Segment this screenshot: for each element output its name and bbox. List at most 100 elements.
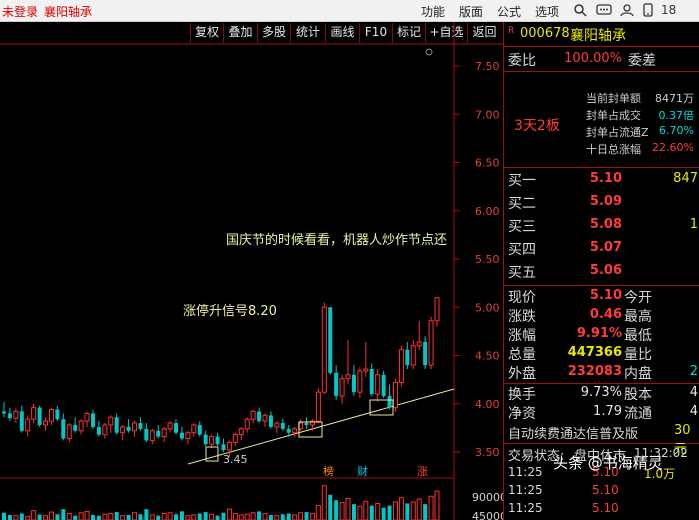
watermark: 头条 @书海精灵 [553, 452, 695, 482]
candle-body [244, 418, 250, 430]
candle-body [274, 422, 280, 428]
settings-icon[interactable] [425, 48, 433, 56]
bid-row[interactable]: 买二 5.09 [504, 192, 699, 213]
bid-volume: 1 [689, 217, 698, 232]
tick-row: 11:25 5.10 [504, 482, 699, 500]
seal-info-row-1: 封单占成交 0.37倍 [586, 109, 694, 122]
volume-bar [405, 503, 410, 520]
candle-body [191, 424, 197, 434]
tick-price: 5.10 [592, 483, 619, 497]
volume-bar [244, 513, 250, 520]
bid-row[interactable]: 买一 5.10 847 [504, 169, 699, 190]
quote-label: 现价 [508, 290, 536, 306]
volume-bar [31, 510, 37, 520]
bid-label: 买五 [508, 265, 536, 281]
promo-banner[interactable]: 自动续费通达信普及版 30元 [504, 421, 699, 457]
volume-bar [2, 512, 6, 520]
menu-formula[interactable]: 公式 [497, 3, 521, 20]
candle-body [262, 414, 268, 422]
volume-bar [381, 507, 386, 520]
weicha-label: 委差 [628, 53, 656, 69]
volume-bar [257, 511, 262, 520]
volume-bar [73, 515, 78, 520]
fundamental-label-2: 股本 [624, 387, 652, 403]
tick-time: 11:25 [508, 465, 543, 479]
bid-label: 买一 [508, 173, 536, 189]
bid-price: 5.07 [589, 240, 622, 255]
candle-body [61, 419, 66, 439]
message-icon[interactable] [596, 3, 612, 20]
volume-bar [392, 501, 398, 520]
candle-body [197, 424, 202, 435]
y-tick-label: 6.50 [475, 157, 500, 170]
candle-body [203, 434, 208, 445]
menu-options[interactable]: 选项 [535, 3, 559, 20]
y-tick-label: 7.50 [475, 60, 500, 73]
quote-row: 总量 447366 量比 [504, 344, 699, 365]
candle-body [31, 407, 37, 420]
candle-body [334, 372, 339, 397]
candle-body [398, 349, 404, 384]
phone-icon[interactable] [642, 3, 654, 20]
search-icon[interactable] [573, 3, 587, 20]
volume-bar [25, 515, 31, 520]
candle-body [120, 426, 126, 434]
quote-label-2: 今开 [624, 290, 652, 306]
candle-body [280, 423, 285, 429]
tick-time: 11:25 [508, 501, 543, 515]
volume-bar [286, 513, 291, 520]
candle-body [257, 411, 262, 422]
weibi-label: 委比 [508, 53, 536, 69]
stock-name: 襄阳轴承 [570, 28, 626, 44]
volume-bar [108, 513, 114, 520]
candle-body [423, 341, 428, 366]
tick-row: 11:25 5.10 [504, 500, 699, 518]
candle-body [149, 430, 155, 441]
candle-body [13, 410, 19, 419]
low-price-label: 3.45 [223, 453, 248, 466]
bid-row[interactable]: 买五 5.06 [504, 261, 699, 282]
candle-body [108, 416, 114, 426]
quote-label: 涨跌 [508, 309, 536, 325]
volume-bar [48, 511, 54, 520]
candle-body [381, 374, 386, 397]
user-icon[interactable] [620, 3, 634, 20]
annotation-limit-up: 涨停升信号8.20 [183, 303, 277, 319]
quote-value: 447366 [567, 345, 622, 360]
fundamental-label-2: 流通 [624, 406, 652, 422]
candle-body [375, 374, 381, 395]
volume-bar [37, 514, 42, 520]
candle-body [78, 420, 84, 432]
weibi-row: 委比 100.00% 委差 [504, 49, 699, 70]
login-status[interactable]: 未登录 [2, 3, 38, 20]
candle-body [19, 411, 24, 431]
candle-body [387, 396, 392, 408]
price-axis: 7.50 7.00 6.50 6.00 5.50 5.00 4.50 4.00 3.50 [454, 60, 500, 459]
candle-body [345, 374, 351, 380]
candle-body [138, 423, 143, 429]
candle-body [55, 409, 60, 420]
volume-bars [2, 485, 440, 520]
candle-body [43, 420, 49, 426]
candle-body [410, 345, 416, 366]
quote-row: 现价 5.10 今开 [504, 287, 699, 308]
volume-bar [238, 514, 244, 520]
quote-value-2: 2 [689, 364, 698, 379]
bid-row[interactable]: 买三 5.08 1 [504, 215, 699, 236]
menu-function[interactable]: 功能 [421, 3, 445, 20]
volume-bar [96, 515, 101, 520]
fundamental-value-2: 4 [689, 385, 698, 400]
menu-layout[interactable]: 版面 [459, 3, 483, 20]
bid-row[interactable]: 买四 5.07 [504, 238, 699, 259]
quote-label-2: 最低 [624, 328, 652, 344]
kline-chart[interactable]: 7.50 7.00 6.50 6.00 5.50 5.00 4.50 4.00 3.50 国庆节… [0, 22, 503, 520]
candle-body [174, 423, 179, 433]
candle-body [73, 424, 78, 431]
candle-body [369, 369, 374, 395]
y-tick-label: 5.50 [475, 253, 500, 266]
candle-body [328, 307, 333, 373]
volume-bar [7, 514, 12, 520]
weibi-value: 100.00% [564, 51, 622, 66]
candle-body [357, 370, 363, 393]
top-bar: 未登录 襄阳轴承 功能 版面 公式 选项 18 [0, 0, 699, 22]
